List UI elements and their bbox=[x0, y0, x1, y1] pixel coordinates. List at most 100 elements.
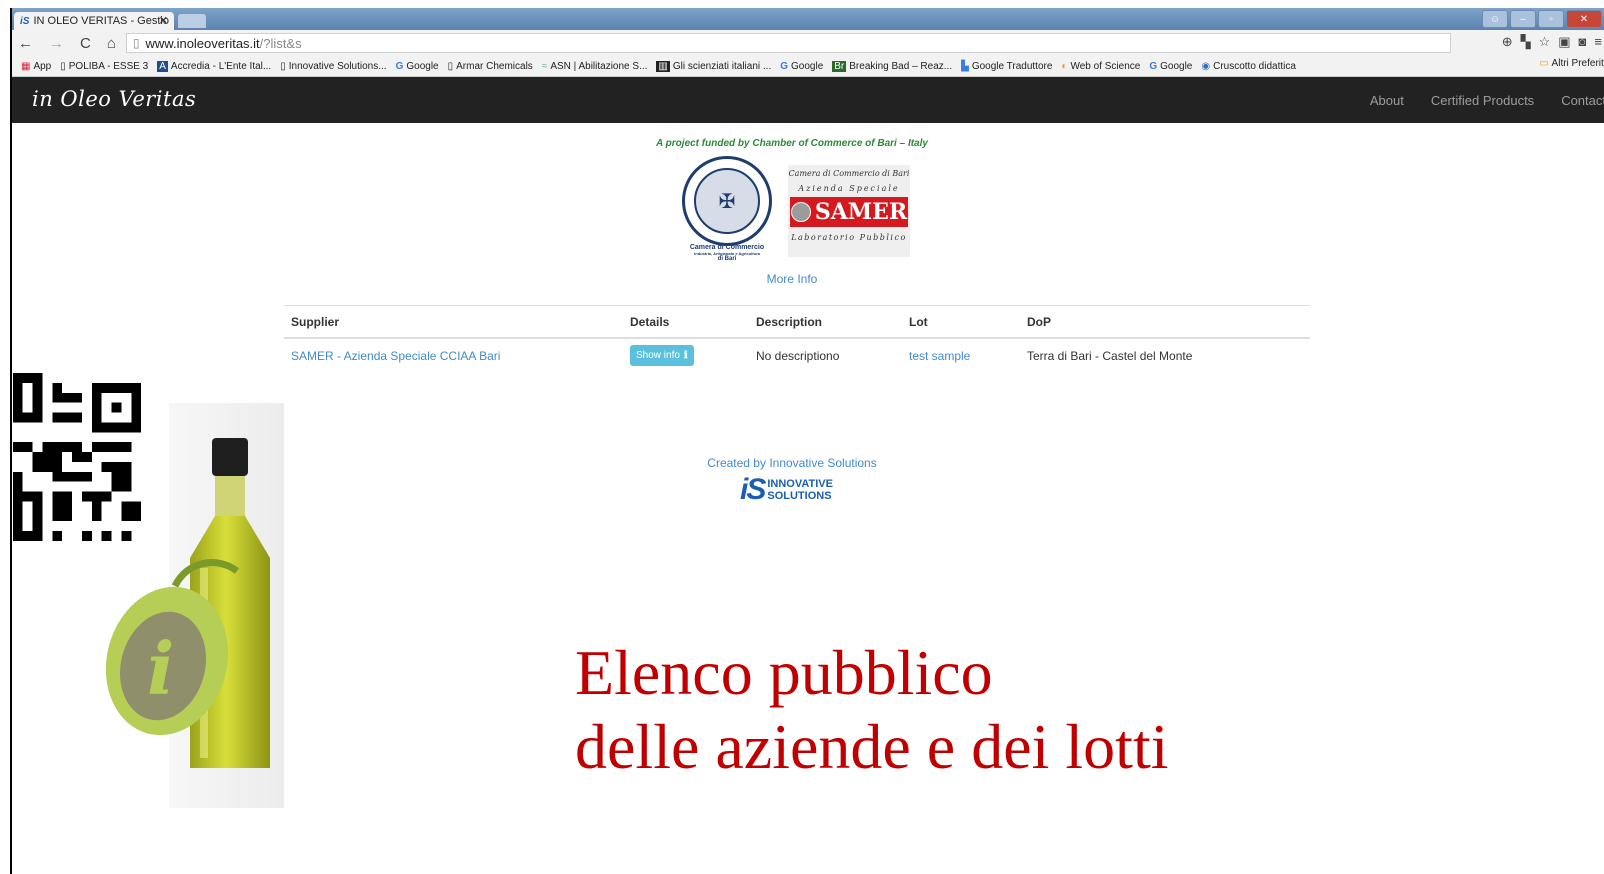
samer-emblem-icon bbox=[790, 202, 811, 222]
back-icon[interactable]: ← bbox=[18, 35, 33, 52]
zoom-icon[interactable]: ⊕ bbox=[1502, 34, 1513, 50]
slide-caption-line-1: Elenco pubblico bbox=[575, 637, 993, 708]
suppliers-table: Supplier Details Description Lot DoP SAM… bbox=[284, 305, 1310, 372]
user-icon[interactable]: ☺ bbox=[1482, 10, 1508, 28]
tab-close-icon[interactable]: ✕ bbox=[159, 14, 168, 27]
url-path: /?list&s bbox=[259, 35, 302, 51]
minimize-icon[interactable]: – bbox=[1510, 10, 1536, 28]
maximize-icon[interactable]: ▫ bbox=[1538, 10, 1564, 28]
bookmark-star-icon[interactable]: ☆ bbox=[1539, 34, 1551, 50]
toolbar-actions: ⊕ ▚ ☆ ▣ ◙ ≡ bbox=[1502, 34, 1602, 50]
lot-link[interactable]: test sample bbox=[909, 349, 1027, 363]
is-logo-line: INNOVATIVE bbox=[767, 478, 833, 490]
home-icon[interactable]: ⌂ bbox=[107, 35, 116, 52]
bookmark-item[interactable]: ▦ App bbox=[21, 61, 51, 72]
bookmark-label: Google bbox=[406, 60, 439, 72]
bookmark-label: Cruscotto didattica bbox=[1213, 60, 1296, 72]
samer-logo: Camera di Commercio di Bari Azienda Spec… bbox=[788, 165, 910, 257]
tab-strip: iS IN OLEO VERITAS - Gestio ✕ ☺ – ▫ ✕ bbox=[12, 8, 1604, 30]
translate-icon: ▙ bbox=[961, 60, 969, 72]
show-info-button[interactable]: Show info ℹ bbox=[630, 345, 694, 366]
bookmark-item[interactable]: ◉ Cruscotto didattica bbox=[1201, 61, 1296, 72]
header-supplier: Supplier bbox=[291, 314, 340, 329]
nav-about[interactable]: About bbox=[1370, 93, 1404, 108]
browser-tab[interactable]: iS IN OLEO VERITAS - Gestio ✕ bbox=[14, 12, 174, 30]
bookmark-item[interactable]: ◐ Web of Science bbox=[1061, 61, 1140, 72]
header-lot: Lot bbox=[909, 314, 928, 329]
a-icon: A bbox=[157, 60, 168, 72]
description-cell: No descriptiono bbox=[756, 348, 840, 363]
bookmark-item[interactable]: ≈ ASN | Abilitazione S... bbox=[542, 61, 648, 72]
details-cell: Show info ℹ bbox=[630, 345, 756, 366]
browser-toolbar: ← → C ⌂ ▯ www.inoleoveritas.it /?list&s … bbox=[12, 30, 1604, 56]
bookmark-item[interactable]: ▯ POLIBA - ESSE 3 bbox=[60, 61, 148, 72]
nav-certified-products[interactable]: Certified Products bbox=[1431, 93, 1534, 108]
is-logo-line: SOLUTIONS bbox=[767, 490, 832, 502]
address-bar[interactable]: ▯ www.inoleoveritas.it /?list&s bbox=[125, 33, 1451, 53]
extension-icon[interactable]: ◙ bbox=[1579, 34, 1587, 50]
bookmark-label: Google Traduttore bbox=[971, 60, 1053, 72]
bookmark-label: POLIBA - ESSE 3 bbox=[68, 60, 149, 72]
scienziati-icon: ▥ bbox=[656, 60, 670, 72]
bookmark-item[interactable]: ▯ Armar Chemicals bbox=[448, 61, 533, 72]
bookmark-item[interactable]: ▙ Google Traduttore bbox=[961, 61, 1052, 72]
folder-icon: ▭ bbox=[1539, 58, 1549, 69]
bookmark-label: Google bbox=[1160, 60, 1193, 72]
bookmark-item[interactable]: ▥ Gli scienziati italiani ... bbox=[656, 60, 772, 72]
samer-line-1: Camera di Commercio di Bari bbox=[788, 169, 910, 178]
reload-icon[interactable]: C bbox=[80, 35, 91, 52]
samer-line-2: Azienda Speciale bbox=[798, 184, 900, 193]
chamber-of-commerce-seal-logo: ✠ bbox=[682, 156, 772, 246]
slide-caption: Elenco pubblico delle aziende e dei lott… bbox=[575, 636, 1169, 784]
google-icon: G bbox=[780, 60, 789, 72]
cruscotto-icon: ◉ bbox=[1201, 60, 1211, 72]
table-row: SAMER - Azienda Speciale CCIAA Bari Show… bbox=[284, 339, 1310, 372]
bookmarks-bar: ▦ App ▯ POLIBA - ESSE 3 A Accredia - L'Ente… bbox=[12, 56, 1604, 77]
seal-caption: Camera di Commercio Industria, Artigiana… bbox=[677, 244, 777, 263]
nav-contact[interactable]: Contact bbox=[1561, 93, 1604, 108]
page-icon: ▯ bbox=[132, 36, 140, 50]
dop-cell: Terra di Bari - Castel del Monte bbox=[1027, 348, 1193, 363]
show-info-label: Show info bbox=[636, 350, 680, 361]
bookmark-label: Gli scienziati italiani ... bbox=[672, 60, 772, 72]
header-dop: DoP bbox=[1027, 314, 1051, 329]
close-window-icon[interactable]: ✕ bbox=[1566, 10, 1602, 28]
samer-brand: SAMER bbox=[814, 199, 908, 225]
new-tab-button[interactable] bbox=[178, 14, 206, 28]
bookmark-label: Web of Science bbox=[1070, 60, 1141, 72]
other-bookmarks[interactable]: ▭ Altri Preferiti bbox=[1539, 58, 1604, 69]
seal-caption-line: di Bari bbox=[717, 256, 737, 262]
tab-title: IN OLEO VERITAS - Gestio bbox=[33, 15, 169, 27]
is-logo-mark: iS bbox=[740, 473, 766, 506]
samer-line-4: Laboratorio Pubblico bbox=[791, 233, 907, 242]
menu-icon[interactable]: ≡ bbox=[1594, 34, 1602, 50]
innovative-solutions-logo[interactable]: iS INNOVATIVE SOLUTIONS bbox=[740, 473, 833, 506]
bookmark-item[interactable]: Br Breaking Bad – Reaz... bbox=[832, 60, 952, 72]
asn-icon: ≈ bbox=[541, 60, 548, 72]
site-navbar: in Oleo Veritas About Certified Products… bbox=[12, 77, 1604, 123]
google-icon: G bbox=[395, 60, 404, 72]
bookmark-item[interactable]: A Accredia - L'Ente Ital... bbox=[157, 60, 271, 72]
browser-window: iS IN OLEO VERITAS - Gestio ✕ ☺ – ▫ ✕ ← … bbox=[10, 8, 1604, 874]
window-controls: ☺ – ▫ ✕ bbox=[1482, 10, 1602, 28]
header-details: Details bbox=[630, 314, 670, 329]
bookmark-item[interactable]: G Google bbox=[396, 61, 439, 72]
page-icon: ▯ bbox=[447, 60, 454, 72]
site-brand[interactable]: in Oleo Veritas bbox=[32, 87, 196, 111]
header-description: Description bbox=[756, 314, 823, 329]
olive-info-icon: i bbox=[105, 559, 240, 736]
extension-icon[interactable]: ▣ bbox=[1558, 34, 1570, 50]
bookmark-item[interactable]: G Google bbox=[1149, 61, 1192, 72]
supplier-link[interactable]: SAMER - Azienda Speciale CCIAA Bari bbox=[284, 349, 630, 363]
web-of-science-icon: ◐ bbox=[1061, 60, 1068, 72]
bookmark-item[interactable]: G Google bbox=[780, 61, 823, 72]
translate-icon[interactable]: ▚ bbox=[1521, 34, 1531, 50]
samer-brand-box: SAMER bbox=[790, 197, 908, 227]
more-info-link[interactable]: More Info bbox=[12, 272, 1572, 286]
bookmark-item[interactable]: ▯ Innovative Solutions... bbox=[280, 61, 386, 72]
info-icon: ℹ bbox=[683, 350, 688, 361]
qr-code-icon bbox=[12, 373, 142, 541]
bookmark-label: ASN | Abilitazione S... bbox=[550, 60, 648, 72]
forward-icon[interactable]: → bbox=[49, 35, 64, 52]
slide-caption-line-2: delle aziende e dei lotti bbox=[575, 711, 1169, 782]
